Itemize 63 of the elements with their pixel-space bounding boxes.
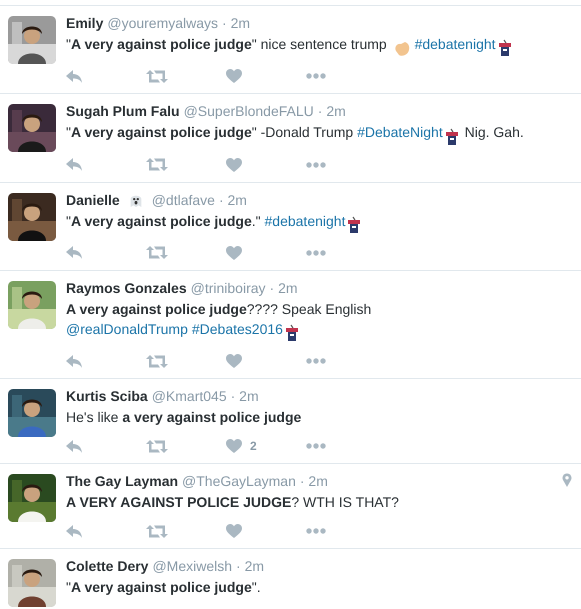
mention-link[interactable]: @realDonaldTrump [66,320,188,337]
podium-icon [284,324,299,342]
heart-icon [226,158,242,172]
timestamp[interactable]: · 2m [222,14,250,32]
podium-icon [347,216,362,234]
retweet-icon [146,70,168,83]
heart-icon [226,246,242,260]
user-handle[interactable]: @Kmart045 [152,387,227,406]
timestamp[interactable]: · 2m [270,278,298,297]
more-icon [306,73,326,80]
hashtag-link[interactable]: #Debates2016 [192,320,283,337]
user-name[interactable]: Danielle [66,190,120,209]
reply-icon [66,70,83,83]
user-name[interactable]: Sugah Plum Falu [66,102,180,120]
like-count: 2 [250,440,257,452]
heart-icon [226,69,242,84]
reply-icon [66,158,83,172]
timestamp[interactable]: · 2m [300,472,328,490]
user-name[interactable]: Colette Dery [66,557,148,576]
timestamp[interactable]: · 2m [218,190,247,209]
reply-icon [66,354,83,368]
timestamp[interactable]: · 2m [318,102,346,120]
user-handle[interactable]: @dtlafave [152,190,215,209]
heart-icon [226,354,242,368]
hashtag-link[interactable]: #debatenight [414,36,496,52]
reply-icon [66,524,83,538]
hashtag-link[interactable]: #DebateNight [357,124,443,140]
more-icon [306,358,326,364]
user-handle[interactable]: @triniboiray [190,278,266,297]
heart-icon [226,524,242,538]
retweet-icon [146,354,168,368]
retweet-icon [146,440,168,453]
tweet-text: A VERY AGAINST POLICE JUDGE? WTH IS THAT? [66,493,400,512]
user-handle[interactable]: @TheGayLayman [182,472,296,490]
podium-icon [498,39,512,58]
hashtag-link[interactable]: #debatenight [264,212,346,229]
tweet-text: "A very against police judge" -Donald Trump #DebateNight Nig. Gah. [66,122,571,146]
podium-icon [444,128,459,146]
timestamp[interactable]: · 2m [236,557,264,576]
retweet-icon [146,158,168,172]
user-name[interactable]: The Gay Layman [66,472,178,490]
user-handle[interactable]: @youremyalways [107,14,218,32]
reply-icon [66,246,83,260]
retweet-icon [146,246,168,260]
more-icon [306,250,326,256]
like-button[interactable]: 2 [226,439,306,454]
user-name[interactable]: Emily [66,14,104,32]
more-icon [306,528,326,534]
more-icon [306,443,326,450]
tweet-text: "A very against police judge." #debatenight [66,210,571,234]
tweet-text: A very against police judge???? Speak English @realDonaldTrump #Debates2016 [66,298,571,342]
more-icon [306,162,326,168]
heart-icon [226,439,242,454]
user-handle[interactable]: @Mexiwelsh [152,557,232,576]
reply-icon [66,440,83,453]
user-handle[interactable]: @SuperBlondeFALU [184,102,314,120]
user-name[interactable]: Kurtis Sciba [66,387,148,406]
retweet-icon [146,524,168,538]
timestamp[interactable]: · 2m [230,387,259,406]
user-name[interactable]: Raymos Gonzales [66,278,187,297]
tweet-text: "A very against police judge" nice sentence trump #debatenight [66,34,571,58]
tweet-text: "A very against police judge". [66,578,262,598]
tweet-text: He's like a very against police judge [66,408,302,428]
